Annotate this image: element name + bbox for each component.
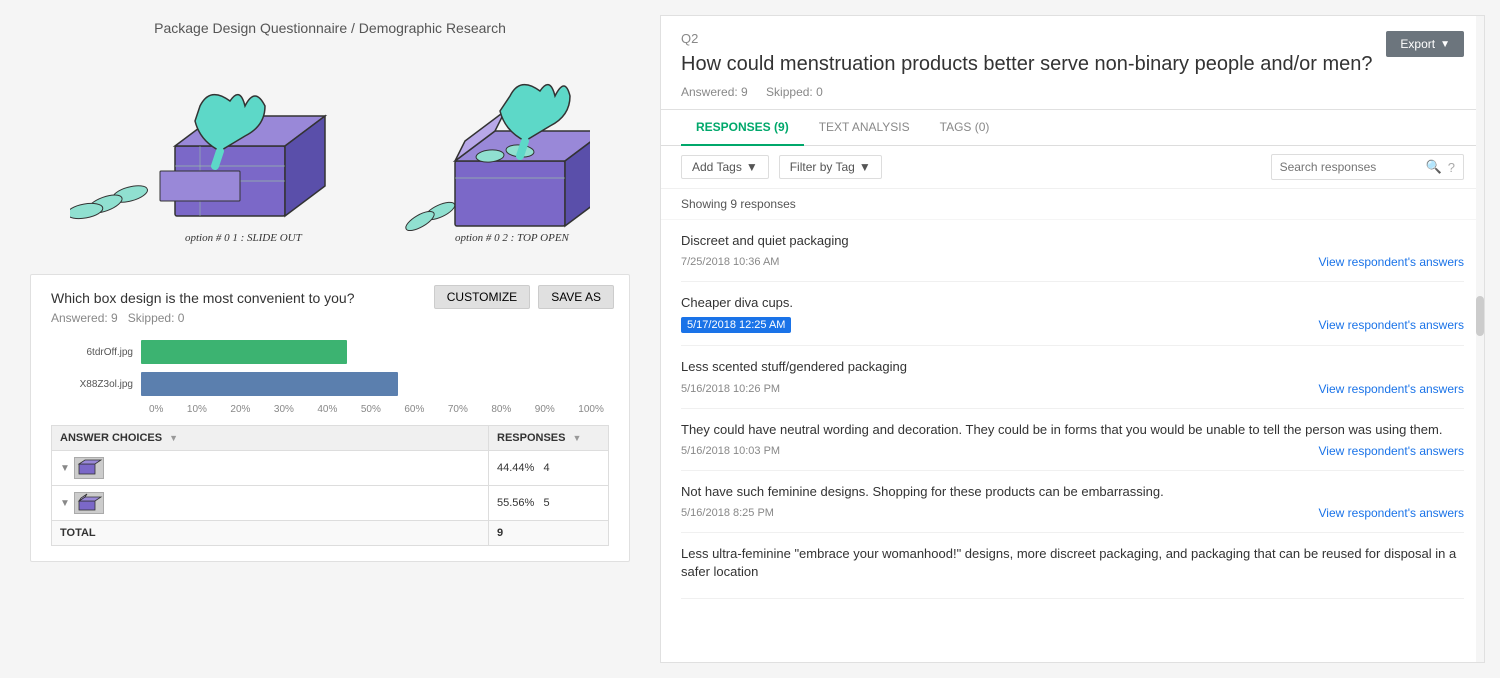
bar-label-1: 6tdrOff.jpg (51, 347, 141, 358)
filter-by-tag-button[interactable]: Filter by Tag ▼ (779, 155, 882, 179)
add-tags-chevron-icon: ▼ (746, 160, 758, 174)
table-row-2: ▼ 55.56% 5 (52, 486, 609, 521)
response-text-2: Cheaper diva cups. (681, 294, 1464, 312)
tabs-bar: RESPONSES (9) TEXT ANALYSIS TAGS (0) (661, 110, 1484, 146)
tab-responses[interactable]: RESPONSES (9) (681, 110, 804, 146)
view-answers-link-5[interactable]: View respondent's answers (1319, 506, 1464, 520)
chart-card: CUSTOMIZE SAVE AS Which box design is th… (30, 274, 630, 562)
expand-arrow-2[interactable]: ▼ (60, 498, 70, 509)
view-answers-link-3[interactable]: View respondent's answers (1319, 382, 1464, 396)
response-date-5: 5/16/2018 8:25 PM (681, 507, 774, 519)
view-answers-link-1[interactable]: View respondent's answers (1319, 255, 1464, 269)
response-text-5: Not have such feminine designs. Shopping… (681, 483, 1464, 501)
response-text-3: Less scented stuff/gendered packaging (681, 358, 1464, 376)
tab-text-analysis[interactable]: TEXT ANALYSIS (804, 110, 925, 146)
thumbnail-2 (74, 492, 104, 514)
response-date-4: 5/16/2018 10:03 PM (681, 445, 780, 457)
response-item-2: Cheaper diva cups. 5/17/2018 12:25 AM Vi… (681, 282, 1464, 346)
filter-tag-chevron-icon: ▼ (859, 160, 871, 174)
answered-count: Answered: 9 (681, 85, 748, 99)
response-meta-3: 5/16/2018 10:26 PM View respondent's ans… (681, 382, 1464, 396)
sort-arrow-1: ▼ (169, 433, 178, 443)
search-input[interactable] (1280, 160, 1420, 174)
response-meta-4: 5/16/2018 10:03 PM View respondent's ans… (681, 444, 1464, 458)
bar-label-2: X88Z3ol.jpg (51, 379, 141, 390)
thumbnail-cell-2: ▼ (60, 492, 480, 514)
bar-fill-2 (141, 372, 398, 396)
responses-list[interactable]: Discreet and quiet packaging 7/25/2018 1… (661, 220, 1484, 662)
q-stats: Answered: 9 Skipped: 0 (681, 85, 1464, 99)
tab-tags[interactable]: TAGS (0) (925, 110, 1005, 146)
add-tags-button[interactable]: Add Tags ▼ (681, 155, 769, 179)
customize-button[interactable]: CUSTOMIZE (434, 285, 530, 309)
left-panel: Package Design Questionnaire / Demograph… (0, 0, 660, 678)
q-title: How could menstruation products better s… (681, 51, 1464, 77)
response-item-4: They could have neutral wording and deco… (681, 409, 1464, 471)
svg-text:option # 0 1 : SLIDE OUT: option # 0 1 : SLIDE OUT (185, 232, 303, 244)
response-date-1: 7/25/2018 10:36 AM (681, 256, 779, 268)
table-row-1: ▼ 44.44% 4 (52, 451, 609, 486)
col-header-responses: RESPONSES ▼ (489, 426, 609, 451)
response-item-5: Not have such feminine designs. Shopping… (681, 471, 1464, 533)
bar-row-2: X88Z3ol.jpg (51, 372, 609, 396)
sort-arrow-2: ▼ (573, 433, 582, 443)
export-button[interactable]: Export ▼ (1386, 31, 1464, 57)
survey-image-area: option # 0 1 : SLIDE OUT (30, 56, 630, 259)
search-box: 🔍 ? (1271, 154, 1464, 180)
response-text-4: They could have neutral wording and deco… (681, 421, 1464, 439)
response-item-1: Discreet and quiet packaging 7/25/2018 1… (681, 220, 1464, 282)
response-text-6: Less ultra-feminine "embrace your womanh… (681, 545, 1464, 581)
customize-save-bar: CUSTOMIZE SAVE AS (434, 285, 614, 309)
box-illustration: option # 0 1 : SLIDE OUT (70, 56, 590, 256)
answer-table: ANSWER CHOICES ▼ RESPONSES ▼ ▼ (51, 425, 609, 546)
thumbnail-cell-1: ▼ (60, 457, 480, 479)
response-item-3: Less scented stuff/gendered packaging 5/… (681, 346, 1464, 408)
view-answers-link-4[interactable]: View respondent's answers (1319, 444, 1464, 458)
scrollbar-thumb[interactable] (1476, 296, 1484, 336)
col-header-choices: ANSWER CHOICES ▼ (52, 426, 489, 451)
chart-meta: Answered: 9 Skipped: 0 (51, 311, 609, 325)
showing-count: Showing 9 responses (661, 189, 1484, 220)
right-header: Q2 How could menstruation products bette… (661, 16, 1484, 110)
response-meta-2: 5/17/2018 12:25 AM View respondent's ans… (681, 317, 1464, 333)
save-button[interactable]: SAVE AS (538, 285, 614, 309)
total-count: 9 (489, 521, 609, 546)
x-axis: 0% 10% 20% 30% 40% 50% 60% 70% 80% 90% 1… (149, 404, 609, 415)
skipped-count: Skipped: 0 (766, 85, 823, 99)
bar-container-1 (141, 340, 609, 364)
export-arrow-icon: ▼ (1440, 39, 1450, 50)
response-meta-1: 7/25/2018 10:36 AM View respondent's ans… (681, 255, 1464, 269)
thumbnail-1 (74, 457, 104, 479)
breadcrumb: Package Design Questionnaire / Demograph… (30, 20, 630, 36)
table-total-row: TOTAL 9 (52, 521, 609, 546)
response-item-6: Less ultra-feminine "embrace your womanh… (681, 533, 1464, 599)
bar-fill-1 (141, 340, 347, 364)
svg-text:option # 0 2 : TOP OPEN: option # 0 2 : TOP OPEN (455, 232, 570, 244)
response-date-3: 5/16/2018 10:26 PM (681, 383, 780, 395)
response-text-1: Discreet and quiet packaging (681, 232, 1464, 250)
response-meta-5: 5/16/2018 8:25 PM View respondent's answ… (681, 506, 1464, 520)
bar-chart-area: 6tdrOff.jpg X88Z3ol.jpg 0% 10% 20% 30% (51, 340, 609, 415)
q-number: Q2 (681, 31, 1464, 46)
scrollbar-track[interactable] (1476, 16, 1484, 662)
bar-row-1: 6tdrOff.jpg (51, 340, 609, 364)
filter-bar: Add Tags ▼ Filter by Tag ▼ 🔍 ? (661, 146, 1484, 189)
total-label: TOTAL (52, 521, 489, 546)
bar-container-2 (141, 372, 609, 396)
view-answers-link-2[interactable]: View respondent's answers (1319, 318, 1464, 332)
right-panel: Q2 How could menstruation products bette… (660, 15, 1485, 663)
help-icon[interactable]: ? (1448, 160, 1455, 175)
search-icon: 🔍 (1426, 159, 1442, 175)
response-date-2: 5/17/2018 12:25 AM (681, 317, 791, 333)
expand-arrow-1[interactable]: ▼ (60, 463, 70, 474)
